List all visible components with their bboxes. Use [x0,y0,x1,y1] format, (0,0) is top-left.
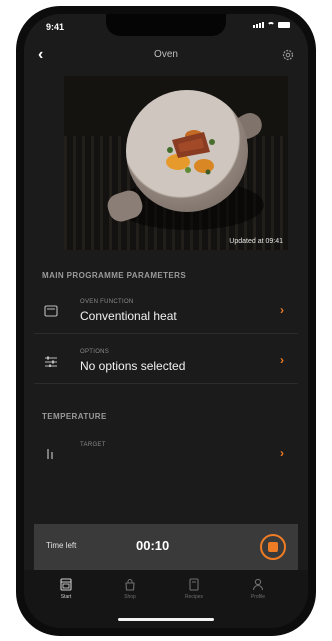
options-row[interactable]: OPTIONS No options selected › [34,345,298,379]
oven-function-row[interactable]: OVEN FUNCTION Conventional heat › [34,295,298,329]
nav-bar: ‹ Oven [24,42,308,70]
page-title: Oven [154,49,178,60]
thermometer-icon [47,449,53,459]
divider [34,383,298,384]
temperature-target-label: TARGET [80,442,106,448]
tab-profile[interactable]: Profile [230,578,286,600]
chevron-right-icon: › [280,353,284,367]
stop-icon [268,542,278,552]
time-left-label: Time left [46,541,77,550]
section-title-temperature: TEMPERATURE [42,412,107,421]
status-time: 9:41 [46,22,65,32]
status-icons [253,22,290,28]
device-notch [106,14,226,36]
tab-label: Shop [124,594,136,600]
tab-label: Profile [250,594,266,600]
oven-function-value: Conventional heat [80,309,177,323]
bag-icon [125,579,135,591]
options-label: OPTIONS [80,349,110,355]
timer-bar: Time left 00:10 [34,524,298,570]
divider [34,333,298,334]
oven-icon [44,305,58,317]
section-title-main-programme: MAIN PROGRAMME PARAMETERS [42,271,187,280]
food-image [166,130,215,175]
wifi-icon [267,22,275,28]
app-screen: 9:41 ‹ Oven Updated at 09:41 MAIN PROGRA… [24,14,308,628]
tab-label: Start [60,594,72,600]
person-icon [252,578,264,591]
stop-button[interactable] [260,534,286,560]
time-left-value: 00:10 [136,538,170,553]
options-value: No options selected [80,359,186,373]
oven-icon [60,578,72,591]
book-icon [189,578,199,591]
phone-frame: 9:41 ‹ Oven Updated at 09:41 MAIN PROGRA… [16,6,316,636]
chevron-right-icon: › [280,303,284,317]
temperature-target-row[interactable]: TARGET › [34,432,298,464]
battery-icon [278,22,290,28]
home-indicator[interactable] [118,618,214,621]
gear-icon[interactable] [282,49,294,61]
sliders-icon [45,356,57,367]
oven-camera-image[interactable]: Updated at 09:41 [64,76,288,250]
tab-shop[interactable]: Shop [102,578,158,600]
tab-label: Recipes [184,594,204,600]
tab-recipes[interactable]: Recipes [166,578,222,600]
tab-start[interactable]: Start [38,578,94,600]
updated-timestamp: Updated at 09:41 [229,238,283,245]
oven-function-label: OVEN FUNCTION [80,299,134,305]
chevron-right-icon: › [280,446,284,460]
signal-icon [253,22,264,28]
